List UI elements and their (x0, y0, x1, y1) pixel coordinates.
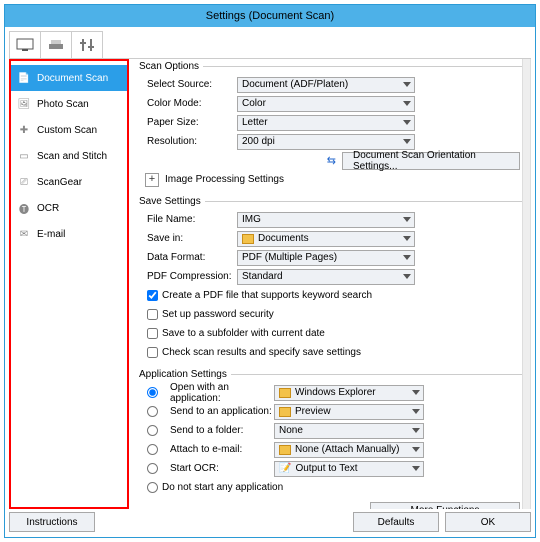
send-to-app-label: Send to an application: (162, 406, 274, 417)
open-with-dropdown[interactable]: Windows Explorer (274, 385, 424, 401)
expand-image-processing[interactable]: + (145, 173, 159, 187)
scrollbar[interactable] (522, 59, 530, 509)
send-to-folder-dropdown[interactable]: None (274, 423, 424, 439)
paper-size-label: Paper Size: (139, 117, 237, 128)
pdf-compression-dropdown[interactable]: Standard (237, 269, 415, 285)
resolution-dropdown[interactable]: 200 dpi (237, 134, 415, 150)
sidebar-item-label: E-mail (37, 229, 65, 240)
folder-icon (279, 388, 291, 398)
top-tab-bar (9, 31, 531, 59)
save-in-dropdown[interactable]: Documents (237, 231, 415, 247)
scan-options-legend: Scan Options (139, 61, 203, 72)
sidebar-item-custom-scan[interactable]: ✚ Custom Scan (11, 117, 127, 143)
title-bar: Settings (Document Scan) (5, 5, 535, 27)
file-name-label: File Name: (139, 214, 237, 225)
defaults-button[interactable]: Defaults (353, 512, 439, 532)
email-icon: ✉ (17, 227, 31, 241)
tab-from-scanner[interactable] (40, 31, 72, 58)
attach-email-dropdown[interactable]: None (Attach Manually) (274, 442, 424, 458)
data-format-label: Data Format: (139, 252, 237, 263)
send-to-folder-label: Send to a folder: (162, 425, 274, 436)
application-settings-group: Application Settings Open with an applic… (139, 369, 524, 509)
custom-icon: ✚ (17, 123, 31, 137)
start-ocr-label: Start OCR: (162, 463, 274, 474)
attach-email-label: Attach to e-mail: (162, 444, 274, 455)
start-ocr-radio[interactable] (147, 463, 158, 474)
data-format-dropdown[interactable]: PDF (Multiple Pages) (237, 250, 415, 266)
stitch-icon: ▭ (17, 149, 31, 163)
folder-icon (242, 234, 254, 244)
pdf-compression-label: PDF Compression: (139, 271, 237, 282)
no-app-label: Do not start any application (162, 482, 283, 493)
sidebar: 📄Document Scan 🖼Photo Scan ✚Custom Scan … (9, 59, 129, 509)
sidebar-item-scan-stitch[interactable]: ▭ Scan and Stitch (11, 143, 127, 169)
sidebar-item-label: Scan and Stitch (37, 151, 107, 162)
password-label: Set up password security (162, 309, 274, 320)
save-settings-legend: Save Settings (139, 196, 205, 207)
footer: Instructions Defaults OK (9, 511, 531, 533)
send-to-folder-radio[interactable] (147, 425, 158, 436)
resolution-label: Resolution: (139, 136, 237, 147)
subfolder-label: Save to a subfolder with current date (162, 328, 325, 339)
color-mode-dropdown[interactable]: Color (237, 96, 415, 112)
color-mode-label: Color Mode: (139, 98, 237, 109)
document-icon: 📄 (17, 71, 31, 85)
keyword-search-checkbox[interactable] (147, 290, 158, 301)
select-source-dropdown[interactable]: Document (ADF/Platen) (237, 77, 415, 93)
sidebar-item-scangear[interactable]: ⎚ ScanGear (11, 169, 127, 195)
subfolder-checkbox[interactable] (147, 328, 158, 339)
photo-icon: 🖼 (17, 97, 31, 111)
ok-button[interactable]: OK (445, 512, 531, 532)
instructions-button[interactable]: Instructions (9, 512, 95, 532)
orientation-settings-button[interactable]: Document Scan Orientation Settings... (342, 152, 520, 170)
sidebar-item-label: Photo Scan (37, 99, 89, 110)
open-with-label: Open with an application: (162, 382, 274, 404)
sidebar-item-label: OCR (37, 203, 59, 214)
tab-from-computer[interactable] (9, 31, 41, 58)
save-settings-group: Save Settings File Name:IMG Save in:Docu… (139, 196, 524, 365)
sidebar-item-label: Document Scan (37, 73, 108, 84)
swap-icon[interactable]: ⇆ (327, 154, 336, 167)
start-ocr-dropdown[interactable]: 📝Output to Text (274, 461, 424, 477)
folder-icon (279, 445, 291, 455)
select-source-label: Select Source: (139, 79, 237, 90)
no-app-radio[interactable] (147, 482, 158, 493)
ocr-icon: 🅣 (17, 201, 31, 215)
more-functions-button[interactable]: More Functions (370, 502, 520, 510)
scan-options-group: Scan Options Select Source:Document (ADF… (139, 61, 524, 192)
send-to-app-radio[interactable] (147, 406, 158, 417)
sidebar-item-label: ScanGear (37, 177, 82, 188)
text-icon: 📝 (279, 463, 291, 474)
save-in-label: Save in: (139, 233, 237, 244)
sidebar-item-photo-scan[interactable]: 🖼 Photo Scan (11, 91, 127, 117)
sidebar-item-document-scan[interactable]: 📄 Document Scan (11, 65, 127, 91)
image-processing-label: Image Processing Settings (165, 174, 284, 185)
open-with-radio[interactable] (147, 387, 158, 398)
keyword-search-label: Create a PDF file that supports keyword … (162, 290, 372, 301)
check-results-label: Check scan results and specify save sett… (162, 347, 361, 358)
tab-general[interactable] (71, 31, 103, 58)
application-settings-legend: Application Settings (139, 369, 231, 380)
scangear-icon: ⎚ (17, 175, 31, 189)
send-to-app-dropdown[interactable]: Preview (274, 404, 424, 420)
check-results-checkbox[interactable] (147, 347, 158, 358)
password-checkbox[interactable] (147, 309, 158, 320)
file-name-dropdown[interactable]: IMG (237, 212, 415, 228)
main-panel: Scan Options Select Source:Document (ADF… (129, 59, 531, 509)
sidebar-item-ocr[interactable]: 🅣 OCR (11, 195, 127, 221)
paper-size-dropdown[interactable]: Letter (237, 115, 415, 131)
folder-icon (279, 407, 291, 417)
sidebar-item-label: Custom Scan (37, 125, 97, 136)
sidebar-item-email[interactable]: ✉ E-mail (11, 221, 127, 247)
attach-email-radio[interactable] (147, 444, 158, 455)
